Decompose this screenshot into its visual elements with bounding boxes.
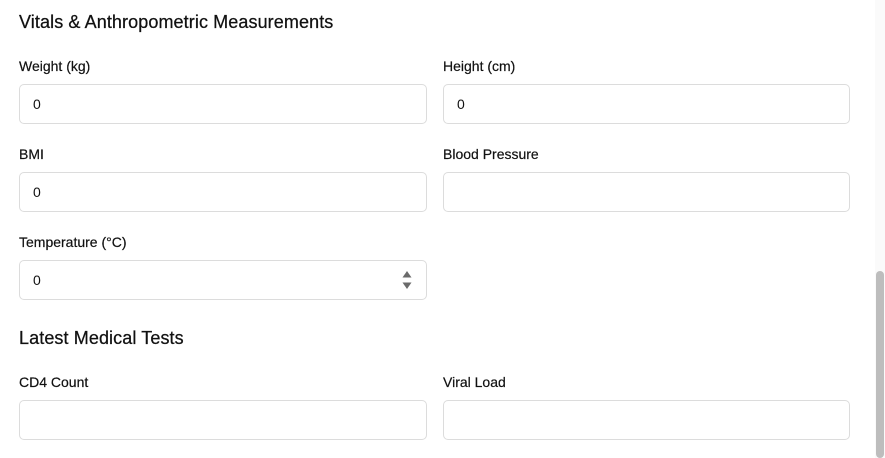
blood-pressure-label: Blood Pressure xyxy=(443,146,539,162)
height-input[interactable]: 0 xyxy=(443,84,850,124)
temperature-value: 0 xyxy=(33,272,41,288)
temperature-label: Temperature (°C) xyxy=(19,234,127,250)
scrollbar-thumb[interactable] xyxy=(876,271,884,458)
medical-tests-section-title: Latest Medical Tests xyxy=(19,328,184,348)
viral-load-input[interactable] xyxy=(443,400,850,440)
weight-label: Weight (kg) xyxy=(19,58,91,74)
temperature-input[interactable]: 0 xyxy=(19,260,427,300)
weight-input[interactable]: 0 xyxy=(19,84,427,124)
cd4-count-label: CD4 Count xyxy=(19,374,89,390)
bmi-label: BMI xyxy=(19,146,44,162)
scrollbar-track[interactable] xyxy=(875,0,885,458)
height-value: 0 xyxy=(457,96,465,112)
vitals-section-title: Vitals & Anthropometric Measurements xyxy=(19,12,334,32)
bmi-input[interactable]: 0 xyxy=(19,172,427,212)
cd4-count-input[interactable] xyxy=(19,400,427,440)
vitals-form-page: Vitals & Anthropometric Measurements Wei… xyxy=(0,0,885,458)
viral-load-label: Viral Load xyxy=(443,374,506,390)
height-label: Height (cm) xyxy=(443,58,516,74)
up-down-arrows-icon[interactable] xyxy=(402,270,412,290)
bmi-value: 0 xyxy=(33,184,41,200)
blood-pressure-input[interactable] xyxy=(443,172,850,212)
weight-value: 0 xyxy=(33,96,41,112)
